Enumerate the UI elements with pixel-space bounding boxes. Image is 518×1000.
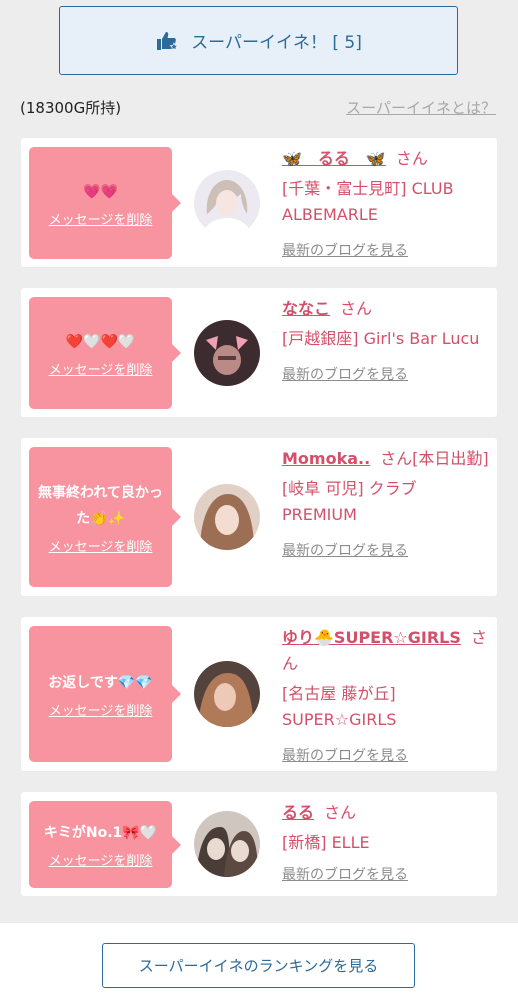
message-bubble: キミがNo.1🎀🤍 メッセージを削除 bbox=[29, 801, 181, 888]
delete-message-link[interactable]: メッセージを削除 bbox=[49, 536, 153, 555]
message-card: ❤️🤍❤️🤍 メッセージを削除 ななこ さん [戸越銀座] Girl's Bar … bbox=[21, 288, 497, 417]
latest-blog-link[interactable]: 最新のブログを見る bbox=[282, 538, 408, 564]
shop-name: [戸越銀座] Girl's Bar Lucu bbox=[282, 329, 480, 348]
honorific: さん bbox=[395, 149, 428, 168]
message-text: 無事終われて良かった👏✨ bbox=[38, 484, 163, 527]
balance-text: (18300G所持) bbox=[20, 99, 122, 117]
ranking-button[interactable]: スーパーイイネのランキングを見る bbox=[102, 943, 415, 988]
shop-name: [名古屋 藤が丘] SUPER☆GIRLS bbox=[282, 684, 397, 729]
message-text: 💗💗 bbox=[83, 183, 118, 200]
honorific: さん bbox=[340, 299, 373, 318]
delete-message-link[interactable]: メッセージを削除 bbox=[49, 209, 153, 228]
message-text: ❤️🤍❤️🤍 bbox=[65, 333, 136, 350]
avatar[interactable] bbox=[194, 811, 260, 877]
sender-info: るる さん [新橋] ELLE 最新のブログを見る bbox=[282, 800, 492, 888]
latest-blog-link[interactable]: 最新のブログを見る bbox=[282, 362, 408, 388]
sender-info: ゆり🐣SUPER☆GIRLS さん [名古屋 藤が丘] SUPER☆GIRLS 最… bbox=[282, 625, 492, 769]
delete-message-link[interactable]: メッセージを削除 bbox=[49, 850, 153, 869]
sender-name-link[interactable]: 🦋 るる 🦋 bbox=[282, 149, 386, 168]
delete-message-link[interactable]: メッセージを削除 bbox=[49, 359, 153, 378]
latest-blog-link[interactable]: 最新のブログを見る bbox=[282, 862, 408, 888]
honorific: さん bbox=[324, 803, 357, 822]
message-bubble: 無事終われて良かった👏✨ メッセージを削除 bbox=[29, 447, 181, 587]
super-like-button[interactable]: スーパーイイネ！ [ 5] bbox=[59, 6, 458, 75]
message-bubble: 💗💗 メッセージを削除 bbox=[29, 147, 181, 259]
sender-name-link[interactable]: ななこ bbox=[282, 299, 330, 318]
sender-info: Momoka.. さん[本日出勤] [岐阜 可児] クラブ PREMIUM 最新の… bbox=[282, 446, 492, 564]
sender-name-link[interactable]: Momoka.. bbox=[282, 449, 370, 468]
message-bubble: ❤️🤍❤️🤍 メッセージを削除 bbox=[29, 297, 181, 409]
message-card: 💗💗 メッセージを削除 🦋 るる 🦋 さん [千葉・富士見町] CLUB ALBE… bbox=[21, 138, 497, 267]
avatar[interactable] bbox=[194, 320, 260, 386]
honorific: さん[本日出勤] bbox=[380, 449, 489, 468]
avatar[interactable] bbox=[194, 170, 260, 236]
message-text: キミがNo.1🎀🤍 bbox=[43, 825, 158, 841]
super-like-label: スーパーイイネ！ [ 5] bbox=[191, 33, 362, 53]
message-card: 無事終われて良かった👏✨ メッセージを削除 Momoka.. さん[本日出勤] [… bbox=[21, 438, 497, 596]
avatar[interactable] bbox=[194, 661, 260, 727]
latest-blog-link[interactable]: 最新のブログを見る bbox=[282, 238, 408, 264]
message-card: キミがNo.1🎀🤍 メッセージを削除 るる さん [新橋] ELLE 最新のブログ… bbox=[21, 792, 497, 896]
shop-name: [新橋] ELLE bbox=[282, 833, 370, 852]
shop-name: [岐阜 可児] クラブ PREMIUM bbox=[282, 479, 417, 524]
message-card: お返しです💎💎 メッセージを削除 ゆり🐣SUPER☆GIRLS さん [名古屋 藤… bbox=[21, 617, 497, 771]
sender-info: 🦋 るる 🦋 さん [千葉・富士見町] CLUB ALBEMARLE 最新のブログ… bbox=[282, 146, 492, 264]
message-text: お返しです💎💎 bbox=[48, 674, 153, 691]
latest-blog-link[interactable]: 最新のブログを見る bbox=[282, 743, 408, 769]
thumbs-up-star-icon bbox=[157, 31, 179, 51]
sender-info: ななこ さん [戸越銀座] Girl's Bar Lucu 最新のブログを見る bbox=[282, 296, 492, 388]
message-bubble: お返しです💎💎 メッセージを削除 bbox=[29, 626, 181, 762]
about-super-like-link[interactable]: スーパーイイネとは？ bbox=[346, 97, 496, 118]
sender-name-link[interactable]: ゆり🐣SUPER☆GIRLS bbox=[282, 628, 461, 647]
delete-message-link[interactable]: メッセージを削除 bbox=[49, 700, 153, 719]
sender-name-link[interactable]: るる bbox=[282, 803, 314, 822]
avatar[interactable] bbox=[194, 484, 260, 550]
shop-name: [千葉・富士見町] CLUB ALBEMARLE bbox=[282, 179, 454, 224]
